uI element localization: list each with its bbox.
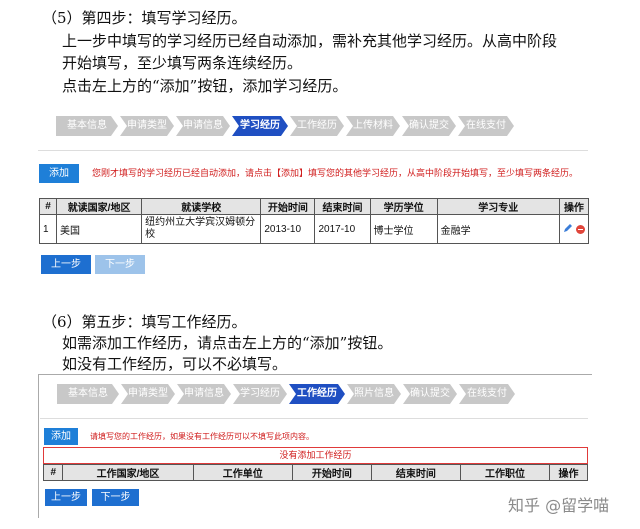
col-major: 学习专业 bbox=[436, 198, 560, 215]
step-work-history: 工作经历 bbox=[290, 116, 344, 136]
step6-line2: 如没有工作经历，可以不必填写。 bbox=[62, 355, 288, 373]
study-history-table: # 就读国家/地区 就读学校 开始时间 结束时间 学历学位 学习专业 操作 1 … bbox=[38, 198, 590, 244]
progress-steps-study: 基本信息 申请类型 申请信息 学习经历 工作经历 上传材料 确认提交 在线支付 bbox=[56, 116, 516, 136]
step-photo-info: 照片信息 bbox=[347, 384, 401, 404]
step-study-history: 学习经历 bbox=[232, 116, 288, 136]
col-end: 结束时间 bbox=[370, 464, 461, 481]
cell-country: 美国 bbox=[56, 214, 143, 244]
cell-start: 2013-10 bbox=[260, 214, 316, 244]
watermark: 知乎 @留学喵 bbox=[508, 496, 610, 515]
divider bbox=[40, 418, 588, 419]
col-start: 开始时间 bbox=[291, 464, 372, 481]
next-step-button[interactable]: 下一步 bbox=[95, 255, 145, 274]
table-header-row: # 工作国家/地区 工作单位 开始时间 结束时间 工作职位 操作 bbox=[42, 464, 588, 481]
cell-num: 1 bbox=[38, 214, 58, 244]
step5-heading: （5）第四步：填写学习经历。 bbox=[42, 9, 247, 27]
col-num: # bbox=[42, 464, 64, 481]
prev-step-button[interactable]: 上一步 bbox=[41, 255, 91, 274]
study-note: 您刚才填写的学习经历已经自动添加，请点击【添加】填写您的其他学习经历，从高中阶段… bbox=[92, 168, 579, 178]
step-upload-materials: 上传材料 bbox=[346, 116, 400, 136]
add-work-button[interactable]: 添加 bbox=[44, 428, 78, 445]
empty-work-message: 没有添加工作经历 bbox=[43, 447, 588, 464]
col-action: 操作 bbox=[549, 464, 588, 481]
col-school: 就读学校 bbox=[141, 198, 262, 215]
step5-line1: 上一步中填写的学习经历已经自动添加，需补充其他学习经历。从高中阶段 bbox=[62, 32, 558, 50]
step-confirm-submit: 确认提交 bbox=[403, 384, 457, 404]
step-basic-info: 基本信息 bbox=[57, 384, 119, 404]
work-note: 请填写您的工作经历，如果没有工作经历可以不填写此项内容。 bbox=[90, 432, 314, 441]
step-application-type: 申请类型 bbox=[121, 384, 175, 404]
progress-steps-work: 基本信息 申请类型 申请信息 学习经历 工作经历 照片信息 确认提交 在线支付 bbox=[57, 384, 517, 404]
step-study-history: 学习经历 bbox=[233, 384, 287, 404]
col-position: 工作职位 bbox=[459, 464, 551, 481]
edit-icon[interactable] bbox=[563, 223, 573, 233]
cell-school: 纽约州立大学宾汉姆顿分校 bbox=[141, 214, 262, 244]
col-start: 开始时间 bbox=[260, 198, 316, 215]
step6-line1: 如需添加工作经历，请点击左上方的“添加”按钮。 bbox=[62, 334, 393, 352]
step-application-info: 申请信息 bbox=[177, 384, 231, 404]
col-country: 就读国家/地区 bbox=[56, 198, 143, 215]
col-employer: 工作单位 bbox=[192, 464, 293, 481]
col-degree: 学历学位 bbox=[369, 198, 438, 215]
step-work-history: 工作经历 bbox=[289, 384, 345, 404]
step-application-type: 申请类型 bbox=[120, 116, 174, 136]
delete-icon[interactable] bbox=[575, 225, 585, 235]
prev-step-button[interactable]: 上一步 bbox=[45, 489, 87, 506]
step-online-payment: 在线支付 bbox=[459, 384, 515, 404]
step-online-payment: 在线支付 bbox=[458, 116, 514, 136]
col-num: # bbox=[38, 198, 58, 215]
cell-end: 2017-10 bbox=[314, 214, 371, 244]
step-basic-info: 基本信息 bbox=[56, 116, 118, 136]
cell-major: 金融学 bbox=[436, 214, 560, 244]
next-step-button[interactable]: 下一步 bbox=[92, 489, 139, 506]
cell-degree: 博士学位 bbox=[369, 214, 438, 244]
step5-line2: 开始填写，至少填写两条连续经历。 bbox=[62, 54, 303, 72]
step-application-info: 申请信息 bbox=[176, 116, 230, 136]
col-action: 操作 bbox=[558, 198, 590, 215]
step5-line3: 点击左上方的“添加”按钮，添加学习经历。 bbox=[62, 77, 348, 95]
col-end: 结束时间 bbox=[314, 198, 371, 215]
table-header-row: # 就读国家/地区 就读学校 开始时间 结束时间 学历学位 学习专业 操作 bbox=[38, 198, 590, 215]
cell-actions bbox=[558, 214, 590, 244]
step6-heading: （6）第五步：填写工作经历。 bbox=[42, 313, 247, 331]
col-country: 工作国家/地区 bbox=[62, 464, 194, 481]
table-row: 1 美国 纽约州立大学宾汉姆顿分校 2013-10 2017-10 博士学位 金… bbox=[38, 214, 590, 244]
step-confirm-submit: 确认提交 bbox=[402, 116, 456, 136]
divider bbox=[38, 150, 588, 151]
work-history-table: # 工作国家/地区 工作单位 开始时间 结束时间 工作职位 操作 bbox=[42, 464, 588, 481]
